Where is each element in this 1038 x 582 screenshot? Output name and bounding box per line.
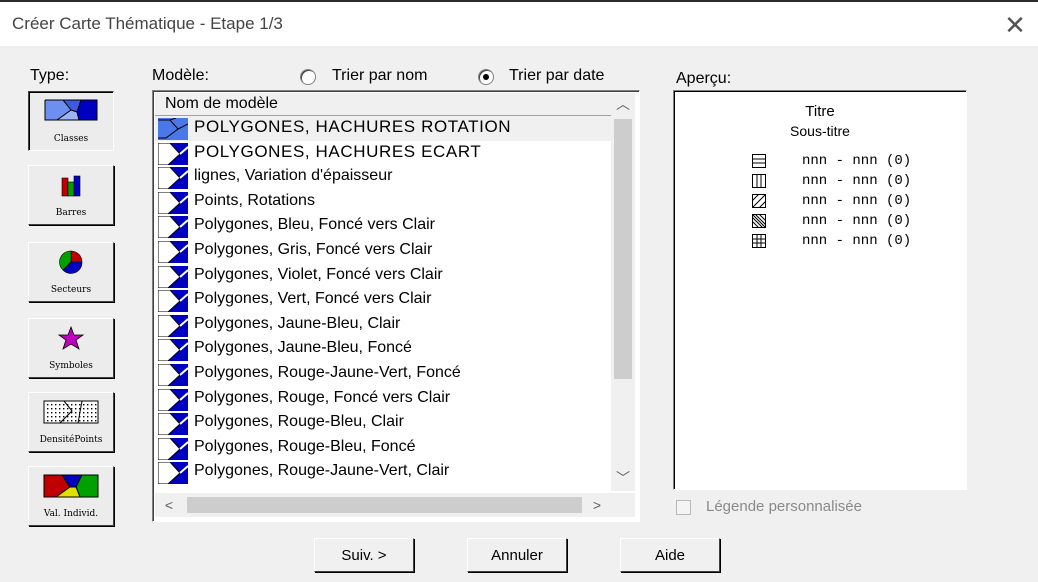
scroll-up-icon[interactable]: ︿ bbox=[611, 93, 635, 115]
scroll-left-icon[interactable]: < bbox=[157, 494, 181, 516]
legend-count: (0) bbox=[886, 153, 912, 169]
model-icon bbox=[158, 388, 188, 411]
vertical-scroll-thumb[interactable] bbox=[614, 119, 632, 379]
model-icon bbox=[158, 437, 188, 460]
legend-range: nnn - nnn bbox=[802, 173, 878, 189]
grid-icon bbox=[752, 234, 766, 248]
model-icon bbox=[158, 191, 188, 214]
model-icon bbox=[158, 314, 188, 337]
type-valindivid-label: Val. Individ. bbox=[43, 509, 99, 519]
horizontal-lines-icon bbox=[752, 154, 766, 168]
legend-range: nnn - nnn bbox=[802, 213, 878, 229]
type-densitepoints-button[interactable]: DensitéPoints bbox=[28, 392, 114, 452]
list-column-header[interactable]: Nom de modèle bbox=[155, 93, 612, 116]
custom-legend-label: Légende personnalisée bbox=[706, 498, 862, 515]
close-icon[interactable]: ✕ bbox=[1000, 10, 1030, 40]
model-icon bbox=[158, 363, 188, 386]
model-list-rows: POLYGONES, HACHURES ROTATION POLYGONES, … bbox=[155, 116, 611, 488]
pie-chart-icon bbox=[59, 250, 83, 274]
scroll-down-icon[interactable]: ﹀ bbox=[611, 467, 635, 489]
list-column-header-label: Nom de modèle bbox=[165, 95, 278, 112]
list-item[interactable]: lignes, Variation d'épaisseur bbox=[155, 165, 611, 190]
model-icon bbox=[158, 142, 188, 165]
list-item[interactable]: Polygones, Jaune-Bleu, Foncé bbox=[155, 337, 611, 362]
type-classes-button[interactable]: Classes bbox=[28, 91, 114, 151]
list-item[interactable]: POLYGONES, HACHURES ECART bbox=[155, 141, 611, 166]
legend-count: (0) bbox=[886, 233, 912, 249]
legend-row: nnn - nnn (0) bbox=[752, 233, 911, 313]
list-item[interactable]: Polygones, Bleu, Foncé vers Clair bbox=[155, 214, 611, 239]
horizontal-scroll-thumb[interactable] bbox=[187, 497, 582, 513]
next-button[interactable]: Suiv. > bbox=[314, 538, 414, 572]
individual-values-map-icon bbox=[43, 474, 99, 498]
horizontal-scrollbar[interactable]: < > bbox=[155, 493, 611, 517]
vertical-lines-icon bbox=[752, 174, 766, 188]
list-item[interactable]: POLYGONES, HACHURES ROTATION bbox=[155, 116, 611, 141]
type-symboles-button[interactable]: Symboles bbox=[28, 318, 114, 378]
model-label: Modèle: bbox=[152, 67, 209, 84]
model-icon bbox=[158, 413, 188, 436]
legend-range: nnn - nnn bbox=[802, 233, 878, 249]
window-title: Créer Carte Thématique - Etape 1/3 bbox=[12, 14, 283, 33]
legend-range: nnn - nnn bbox=[802, 153, 878, 169]
bar-chart-icon bbox=[61, 175, 81, 197]
legend-count: (0) bbox=[886, 213, 912, 229]
model-icon bbox=[158, 339, 188, 362]
scroll-right-icon[interactable]: > bbox=[585, 494, 609, 516]
type-classes-label: Classes bbox=[53, 134, 89, 144]
preview-label: Aperçu: bbox=[676, 70, 732, 87]
radio-selected-dot bbox=[483, 74, 489, 80]
scrollbar-corner bbox=[611, 493, 635, 517]
vertical-scrollbar[interactable]: ︿ ﹀ bbox=[611, 93, 635, 491]
legend-range: nnn - nnn bbox=[802, 193, 878, 209]
preview-title: Titre bbox=[805, 103, 835, 120]
help-button[interactable]: Aide bbox=[620, 538, 720, 572]
sort-by-date-radio[interactable] bbox=[478, 69, 494, 85]
list-item[interactable]: Polygones, Gris, Foncé vers Clair bbox=[155, 239, 611, 264]
list-item[interactable]: Polygones, Jaune-Bleu, Clair bbox=[155, 313, 611, 338]
sort-by-name-radio[interactable] bbox=[300, 69, 316, 85]
classes-map-icon bbox=[44, 99, 98, 121]
model-icon bbox=[158, 216, 188, 239]
model-icon bbox=[158, 462, 188, 485]
preview-panel: Titre Sous-titre nnn - nnn (0) nnn - nnn… bbox=[673, 90, 967, 490]
type-barres-label: Barres bbox=[55, 208, 87, 218]
type-label: Type: bbox=[30, 67, 70, 84]
list-item[interactable]: Polygones, Violet, Foncé vers Clair bbox=[155, 264, 611, 289]
sort-by-name-label[interactable]: Trier par nom bbox=[332, 67, 427, 85]
preview-subtitle: Sous-titre bbox=[790, 123, 850, 139]
model-list[interactable]: Nom de modèle POLYGONES, HACHURES ROTATI… bbox=[152, 90, 640, 522]
model-icon bbox=[158, 118, 188, 140]
model-icon bbox=[158, 290, 188, 313]
model-icon bbox=[158, 167, 188, 190]
model-icon bbox=[158, 265, 188, 288]
list-item[interactable]: Points, Rotations bbox=[155, 190, 611, 215]
list-item[interactable]: Polygones, Rouge-Jaune-Vert, Clair bbox=[155, 460, 611, 485]
list-item[interactable]: Polygones, Rouge-Bleu, Foncé bbox=[155, 436, 611, 461]
model-icon bbox=[158, 240, 188, 263]
list-item[interactable]: Polygones, Rouge-Jaune-Vert, Foncé bbox=[155, 362, 611, 387]
list-item[interactable]: Polygones, Rouge, Foncé vers Clair bbox=[155, 387, 611, 412]
type-symboles-label: Symboles bbox=[49, 361, 93, 371]
type-barres-button[interactable]: Barres bbox=[28, 165, 114, 225]
type-secteurs-button[interactable]: Secteurs bbox=[28, 242, 114, 302]
back-diagonal-lines-icon bbox=[752, 214, 766, 228]
legend-count: (0) bbox=[886, 193, 912, 209]
type-valindivid-button[interactable]: Val. Individ. bbox=[28, 466, 114, 526]
custom-legend-checkbox[interactable] bbox=[676, 500, 691, 515]
legend-count: (0) bbox=[886, 173, 912, 189]
title-bar: Créer Carte Thématique - Etape 1/3 ✕ bbox=[0, 2, 1038, 46]
dot-density-icon bbox=[43, 400, 99, 424]
type-secteurs-label: Secteurs bbox=[50, 285, 92, 295]
type-densitepoints-label: DensitéPoints bbox=[39, 435, 103, 445]
cancel-button[interactable]: Annuler bbox=[467, 538, 567, 572]
star-symbol-icon bbox=[57, 325, 85, 350]
list-item[interactable]: Polygones, Vert, Foncé vers Clair bbox=[155, 288, 611, 313]
list-item[interactable]: Polygones, Rouge-Bleu, Clair bbox=[155, 411, 611, 436]
diagonal-lines-icon bbox=[752, 194, 766, 208]
sort-by-date-label[interactable]: Trier par date bbox=[509, 67, 604, 85]
